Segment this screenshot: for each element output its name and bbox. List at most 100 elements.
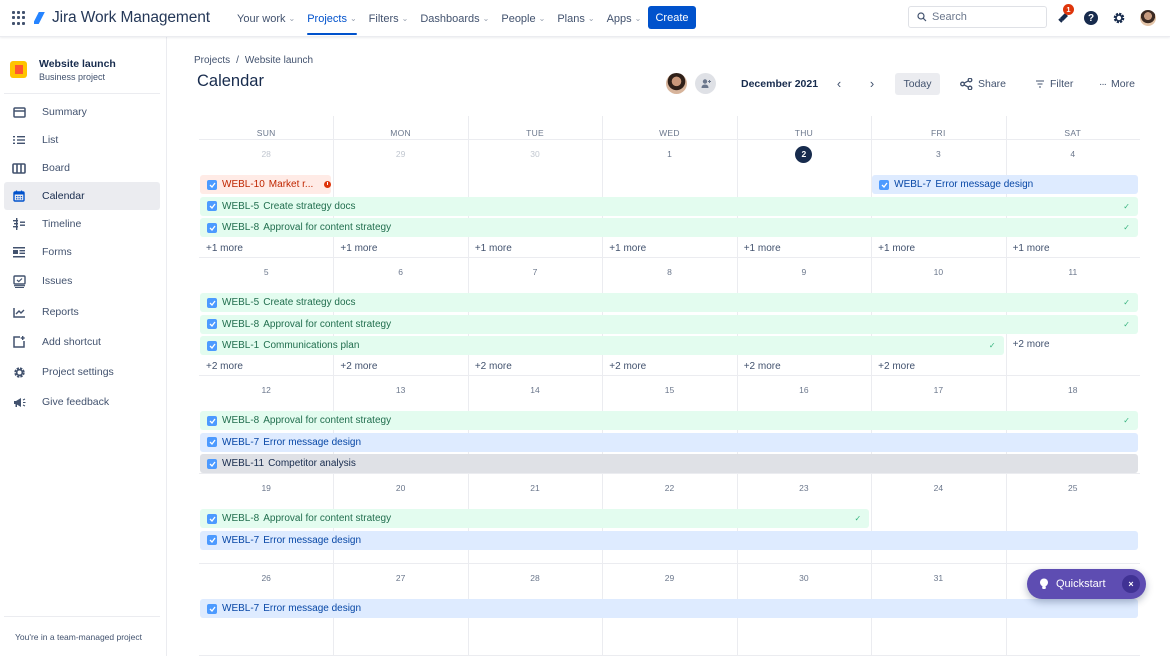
sidebar-item-reports[interactable]: Reports — [4, 298, 160, 326]
event-webl-10[interactable]: WEBL-10 Market r... — [200, 175, 332, 194]
more-events-link[interactable]: +1 more — [744, 243, 781, 254]
day-number[interactable]: 10 — [871, 264, 1005, 280]
day-number[interactable]: 30 — [468, 146, 602, 162]
app-switcher-icon[interactable] — [12, 11, 26, 25]
day-number[interactable]: 6 — [333, 264, 467, 280]
day-number[interactable]: 15 — [602, 382, 736, 398]
sidebar-item-project-settings[interactable]: Project settings — [4, 358, 160, 386]
day-number[interactable]: 13 — [333, 382, 467, 398]
more-events-link[interactable]: +2 more — [475, 361, 512, 372]
day-number[interactable]: 11 — [1006, 264, 1140, 280]
jira-logo[interactable]: Jira Work Management — [34, 9, 210, 27]
previous-month-button[interactable]: ‹ — [831, 74, 847, 92]
nav-item-apps[interactable]: Apps ⌄ — [607, 0, 642, 37]
more-events-link[interactable]: +2 more — [206, 361, 243, 372]
day-number[interactable]: 8 — [602, 264, 736, 280]
breadcrumb-projects[interactable]: Projects — [194, 55, 230, 66]
event-webl-7[interactable]: WEBL-7 Error message design — [200, 530, 1138, 550]
nav-item-dashboards[interactable]: Dashboards ⌄ — [420, 0, 489, 37]
event-webl-7[interactable]: WEBL-7 Error message design — [200, 599, 1138, 618]
share-button[interactable]: Share — [960, 73, 1006, 95]
project-mode-note[interactable]: You're in a team-managed project — [15, 632, 142, 642]
search-input[interactable] — [932, 11, 1032, 23]
project-header[interactable]: Website launch Business project — [10, 58, 116, 82]
day-number[interactable]: 5 — [199, 264, 333, 280]
day-number[interactable]: 26 — [199, 570, 333, 586]
breadcrumb-project[interactable]: Website launch — [245, 55, 313, 66]
nav-item-projects[interactable]: Projects ⌄ — [307, 0, 358, 37]
nav-item-filters[interactable]: Filters ⌄ — [369, 0, 409, 37]
day-number[interactable]: 28 — [468, 570, 602, 586]
help-button[interactable]: ? — [1082, 9, 1100, 27]
sidebar-item-add-shortcut[interactable]: Add shortcut — [4, 328, 160, 356]
quickstart-button[interactable]: Quickstart × — [1027, 569, 1146, 599]
day-number[interactable]: 9 — [737, 264, 871, 280]
more-events-link[interactable]: +1 more — [609, 243, 646, 254]
sidebar-item-give-feedback[interactable]: Give feedback — [4, 388, 160, 416]
day-number[interactable]: 12 — [199, 382, 333, 398]
day-number[interactable]: 28 — [199, 146, 333, 162]
day-number[interactable]: 29 — [602, 570, 736, 586]
more-events-link[interactable]: +2 more — [1013, 339, 1050, 350]
event-webl-7[interactable]: WEBL-7 Error message design — [872, 175, 1138, 194]
create-button[interactable]: Create — [648, 6, 696, 29]
day-number[interactable]: 4 — [1006, 146, 1140, 162]
today-button[interactable]: Today — [895, 73, 940, 95]
day-number[interactable]: 17 — [871, 382, 1005, 398]
day-number[interactable]: 25 — [1006, 480, 1140, 496]
sidebar-item-timeline[interactable]: Timeline — [4, 210, 160, 238]
notifications-button[interactable]: 1 — [1054, 4, 1074, 27]
search-field[interactable] — [908, 6, 1047, 28]
close-icon[interactable]: × — [1122, 575, 1140, 593]
event-webl-5[interactable]: WEBL-5 Create strategy docs ✓ — [200, 293, 1138, 312]
filter-button[interactable]: Filter — [1035, 73, 1073, 95]
day-number[interactable]: 7 — [468, 264, 602, 280]
day-number[interactable]: 24 — [871, 480, 1005, 496]
assignee-avatar[interactable] — [666, 73, 687, 94]
more-events-link[interactable]: +1 more — [878, 243, 915, 254]
day-number[interactable]: 22 — [602, 480, 736, 496]
sidebar-item-forms[interactable]: Forms — [4, 238, 160, 266]
settings-button[interactable] — [1110, 9, 1128, 27]
nav-item-your-work[interactable]: Your work ⌄ — [237, 0, 295, 37]
event-webl-1[interactable]: WEBL-1 Communications plan ✓ — [200, 336, 1004, 356]
more-events-link[interactable]: +1 more — [340, 243, 377, 254]
day-number[interactable]: 20 — [333, 480, 467, 496]
more-events-link[interactable]: +1 more — [475, 243, 512, 254]
more-events-link[interactable]: +2 more — [878, 361, 915, 372]
more-button[interactable]: ··· More — [1099, 73, 1135, 95]
more-events-link[interactable]: +2 more — [340, 361, 377, 372]
day-number[interactable]: 18 — [1006, 382, 1140, 398]
day-number[interactable]: 29 — [333, 146, 467, 162]
sidebar-item-list[interactable]: List — [4, 126, 160, 154]
event-webl-11[interactable]: WEBL-11 Competitor analysis — [200, 454, 1138, 474]
profile-button[interactable] — [1139, 9, 1157, 27]
more-events-link[interactable]: +2 more — [609, 361, 646, 372]
sidebar-item-issues[interactable]: Issues — [4, 267, 160, 295]
day-number[interactable]: 1 — [602, 146, 736, 162]
sidebar-item-summary[interactable]: Summary — [4, 98, 160, 126]
event-webl-8[interactable]: WEBL-8 Approval for content strategy ✓ — [200, 411, 1138, 430]
nav-item-plans[interactable]: Plans ⌄ — [557, 0, 594, 37]
day-number[interactable]: 14 — [468, 382, 602, 398]
day-number[interactable]: 3 — [871, 146, 1005, 162]
more-events-link[interactable]: +1 more — [1013, 243, 1050, 254]
day-number[interactable]: 27 — [333, 570, 467, 586]
day-number[interactable]: 16 — [737, 382, 871, 398]
event-webl-7[interactable]: WEBL-7 Error message design — [200, 432, 1138, 452]
more-events-link[interactable]: +1 more — [206, 243, 243, 254]
event-webl-8[interactable]: WEBL-8 Approval for content strategy ✓ — [200, 218, 1138, 238]
sidebar-item-calendar[interactable]: Calendar — [4, 182, 160, 210]
day-number[interactable]: 30 — [737, 570, 871, 586]
day-number[interactable]: 31 — [871, 570, 1005, 586]
event-webl-8[interactable]: WEBL-8 Approval for content strategy ✓ — [200, 509, 870, 528]
sidebar-item-board[interactable]: Board — [4, 154, 160, 182]
event-webl-8[interactable]: WEBL-8 Approval for content strategy ✓ — [200, 314, 1138, 334]
day-number[interactable]: 19 — [199, 480, 333, 496]
nav-item-people[interactable]: People ⌄ — [501, 0, 545, 37]
more-events-link[interactable]: +2 more — [744, 361, 781, 372]
event-webl-5[interactable]: WEBL-5 Create strategy docs ✓ — [200, 196, 1138, 216]
day-number[interactable]: 2 — [737, 146, 871, 163]
day-number[interactable]: 21 — [468, 480, 602, 496]
day-number[interactable]: 23 — [737, 480, 871, 496]
